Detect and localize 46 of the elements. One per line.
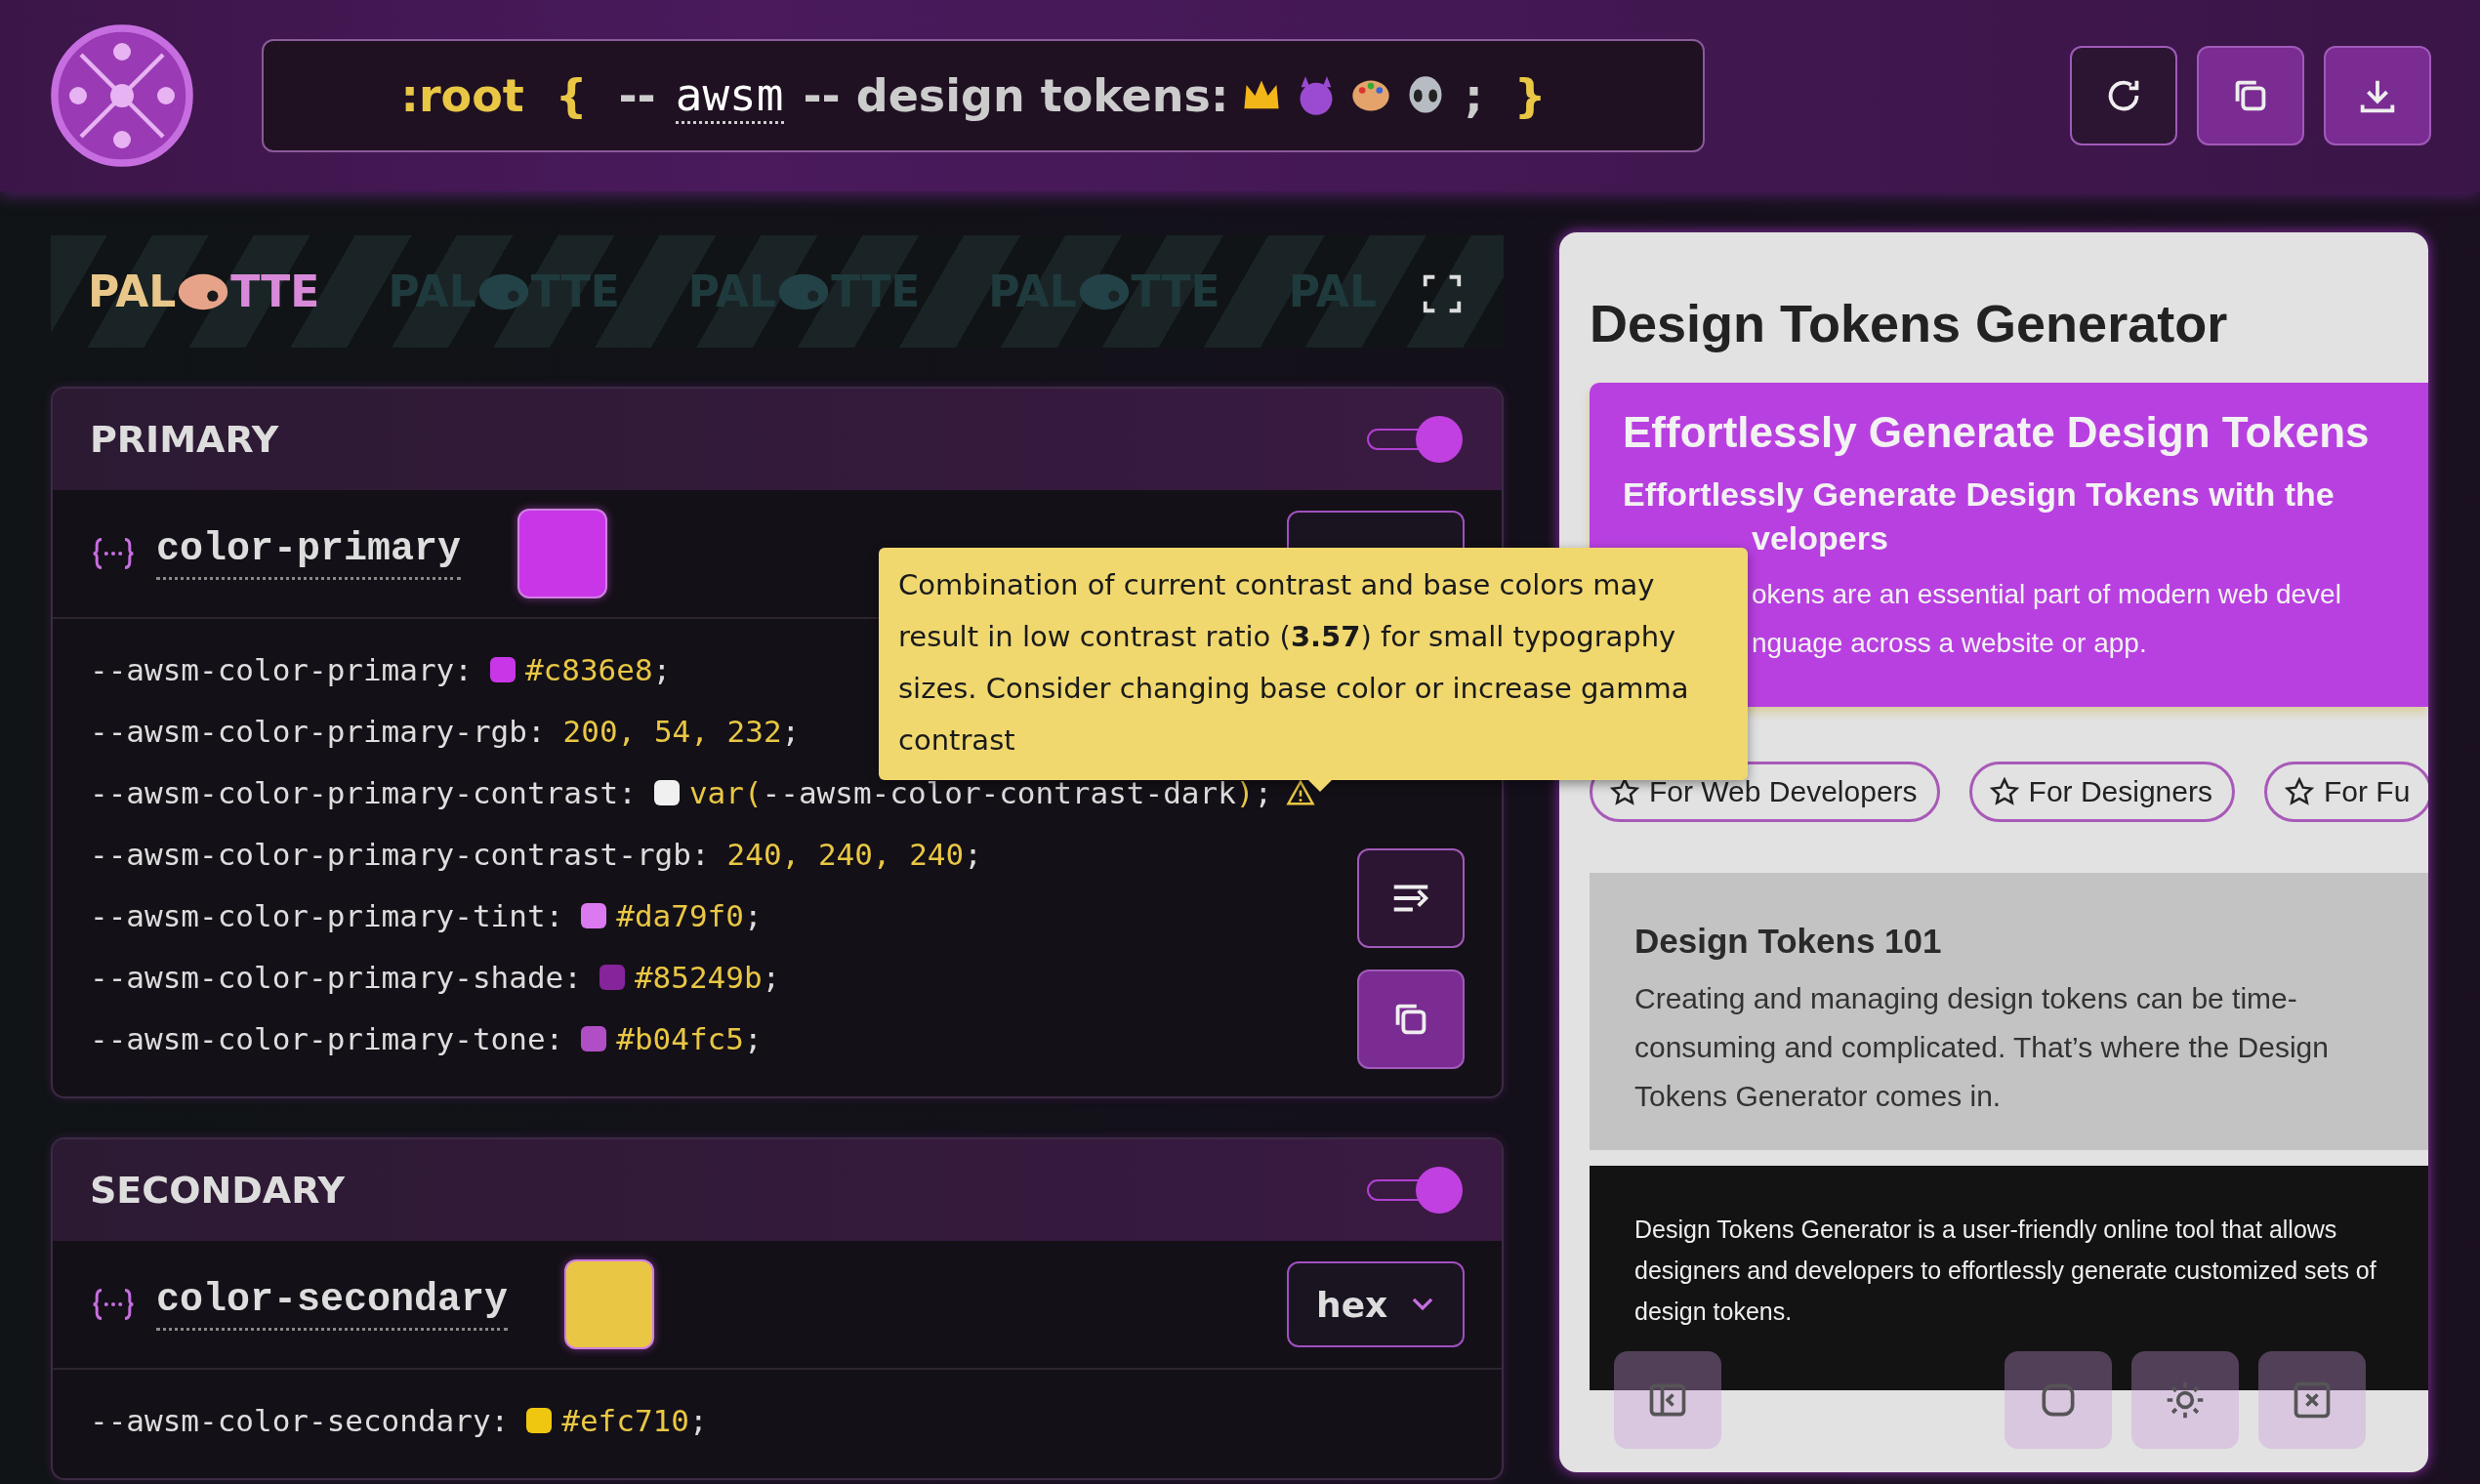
code-value: --awsm-color-contrast-dark — [762, 774, 1236, 810]
hero-title: Effortlessly Generate Design Tokens — [1623, 408, 2370, 457]
code-value: #efc710 — [561, 1402, 689, 1438]
code-value: ; — [688, 1402, 708, 1438]
semicolon: ; — [1465, 69, 1483, 122]
code-value: 240, 240, 240 — [726, 836, 965, 872]
code-value: #b04fc5 — [616, 1020, 744, 1056]
variable-name: --awsm-color-primary-rgb: — [90, 713, 546, 749]
hero-text: nguage across a website or app. — [1752, 627, 2147, 660]
preview-title: Design Tokens Generator — [1590, 293, 2229, 353]
variable-name: --awsm-color-primary-contrast: — [90, 774, 637, 810]
code-value: ; — [781, 713, 801, 749]
token-label: -- design tokens: — [803, 69, 1229, 122]
dark-card-text: Design Tokens Generator is a user-friendly online tool that allows designers and developers to effortlessly generate customized sets of design tokens. — [1634, 1215, 2377, 1327]
code-value: var( — [688, 774, 763, 810]
tooltip-text: Combination of current contrast and base colors may result in low contrast ratio (3.57) for small typography sizes. Consider changing base color or increase gamma contrast — [898, 567, 1690, 759]
code-value: #c836e8 — [524, 651, 653, 687]
open-brace: { — [555, 69, 588, 122]
variable-name: --awsm-color-primary-tint: — [90, 897, 564, 933]
code-value: #da79f0 — [616, 897, 744, 933]
variable-name: --awsm-color-primary-tone: — [90, 1020, 564, 1056]
section-title: SECONDARY — [90, 1169, 345, 1212]
code-value: #85249b — [634, 959, 763, 995]
code-value: ; — [652, 651, 672, 687]
variable-name: --awsm-color-secondary: — [90, 1402, 510, 1438]
code-value: ) — [1235, 774, 1255, 810]
hero-subtitle: Effortlessly Generate Design Tokens with the — [1623, 474, 2335, 515]
root-selector: :root — [400, 69, 524, 122]
banner-text: PAL — [88, 267, 177, 316]
card-title: Design Tokens 101 — [1634, 922, 1943, 961]
code-value: 200, 54, 232 — [562, 713, 782, 749]
hero-subtitle: velopers — [1752, 518, 1888, 558]
code-value: ; — [1254, 774, 1273, 810]
banner-text: TTE — [230, 267, 320, 316]
variable-name: --awsm-color-primary-shade: — [90, 959, 582, 995]
code-value: ; — [743, 1020, 763, 1056]
variable-name: --awsm-color-primary-contrast-rgb: — [90, 836, 710, 872]
code-value: ; — [964, 836, 982, 872]
dashes-text: -- — [618, 69, 656, 122]
section-title: PRIMARY — [90, 418, 279, 461]
code-value: ; — [762, 959, 781, 995]
card-text: Creating and managing design tokens can be time-consuming and complicated. That’s where the Design Tokens Generator comes in. — [1634, 981, 2330, 1114]
hero-text: okens are an essential part of modern web devel — [1752, 578, 2341, 611]
close-brace: } — [1513, 69, 1547, 122]
code-value: ; — [743, 897, 763, 933]
variable-name: --awsm-color-primary: — [90, 651, 473, 687]
